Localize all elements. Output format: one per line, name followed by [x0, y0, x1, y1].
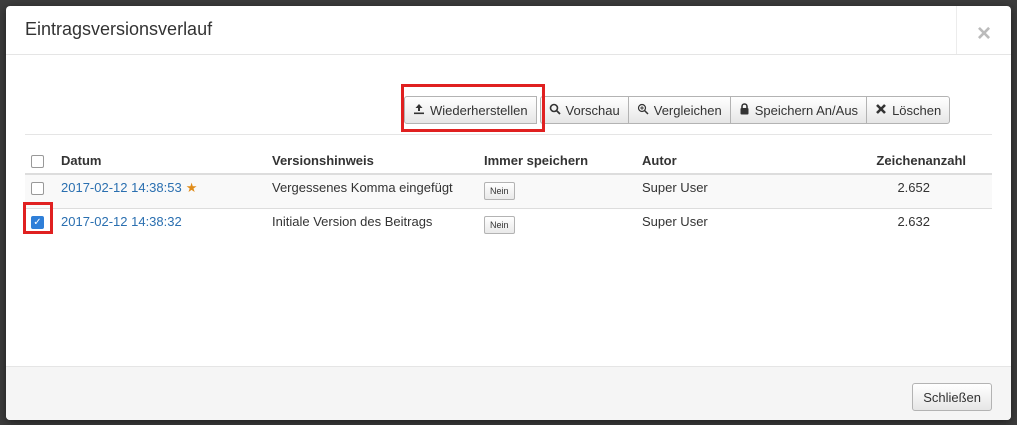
- star-icon: ★: [185, 180, 198, 196]
- preview-button-label: Vorschau: [565, 102, 620, 118]
- date-cell: 2017-02-12 14:38:53 ★: [55, 173, 266, 209]
- header-author: Autor: [636, 149, 838, 176]
- date-cell: 2017-02-12 14:38:32: [55, 208, 266, 243]
- modal-title: Eintragsversionsverlauf: [25, 19, 213, 39]
- table-row: ✓ 2017-02-12 14:38:32 Initiale Version d…: [25, 208, 992, 243]
- version-history-modal: Eintragsversionsverlauf × Wiederherstell…: [6, 6, 1011, 420]
- chars-cell: 2.652: [838, 173, 992, 209]
- author-cell: Super User: [636, 173, 838, 209]
- modal-footer: Schließen: [6, 366, 1011, 420]
- toolbar-divider: [25, 134, 992, 135]
- zoom-in-icon: [637, 103, 649, 118]
- table-header-row: Datum Versionshinweis Immer speichern Au…: [25, 149, 992, 176]
- chars-cell: 2.632: [838, 208, 992, 243]
- header-chars: Zeichenanzahl: [838, 149, 992, 176]
- toggle-keep-button[interactable]: Speichern An/Aus: [729, 96, 868, 124]
- checkbox-highlight-box: [23, 202, 53, 234]
- keep-toggle-button[interactable]: Nein: [484, 182, 515, 201]
- toggle-keep-button-label: Speichern An/Aus: [754, 102, 859, 118]
- row-checkbox[interactable]: [31, 182, 44, 196]
- keep-cell: Nein: [478, 208, 636, 243]
- close-button[interactable]: Schließen: [912, 383, 992, 411]
- select-all-cell: [25, 149, 55, 176]
- version-date-link[interactable]: 2017-02-12 14:38:32: [61, 214, 182, 229]
- compare-button-label: Vergleichen: [653, 102, 722, 118]
- version-date-link[interactable]: 2017-02-12 14:38:53: [61, 180, 182, 195]
- note-cell: Vergessenes Komma eingefügt: [266, 173, 478, 209]
- delete-button[interactable]: Löschen: [866, 96, 951, 124]
- close-icon[interactable]: ×: [956, 6, 1011, 54]
- note-cell: Initiale Version des Beitrags: [266, 208, 478, 243]
- search-icon: [549, 103, 561, 118]
- preview-button[interactable]: Vorschau: [539, 96, 629, 124]
- compare-button[interactable]: Vergleichen: [627, 96, 731, 124]
- header-note: Versionshinweis: [266, 149, 478, 176]
- lock-icon: [739, 102, 750, 118]
- modal-header: Eintragsversionsverlauf ×: [6, 6, 1011, 55]
- restore-highlight-box: [401, 84, 545, 132]
- select-all-checkbox[interactable]: [31, 155, 44, 169]
- delete-x-icon: [875, 103, 887, 118]
- table-row: 2017-02-12 14:38:53 ★ Vergessenes Komma e…: [25, 173, 992, 209]
- keep-cell: Nein: [478, 173, 636, 209]
- author-cell: Super User: [636, 208, 838, 243]
- header-keep: Immer speichern: [478, 149, 636, 176]
- header-date: Datum: [55, 149, 266, 176]
- keep-toggle-button[interactable]: Nein: [484, 216, 515, 235]
- versions-table: Datum Versionshinweis Immer speichern Au…: [25, 149, 992, 243]
- delete-button-label: Löschen: [892, 102, 942, 118]
